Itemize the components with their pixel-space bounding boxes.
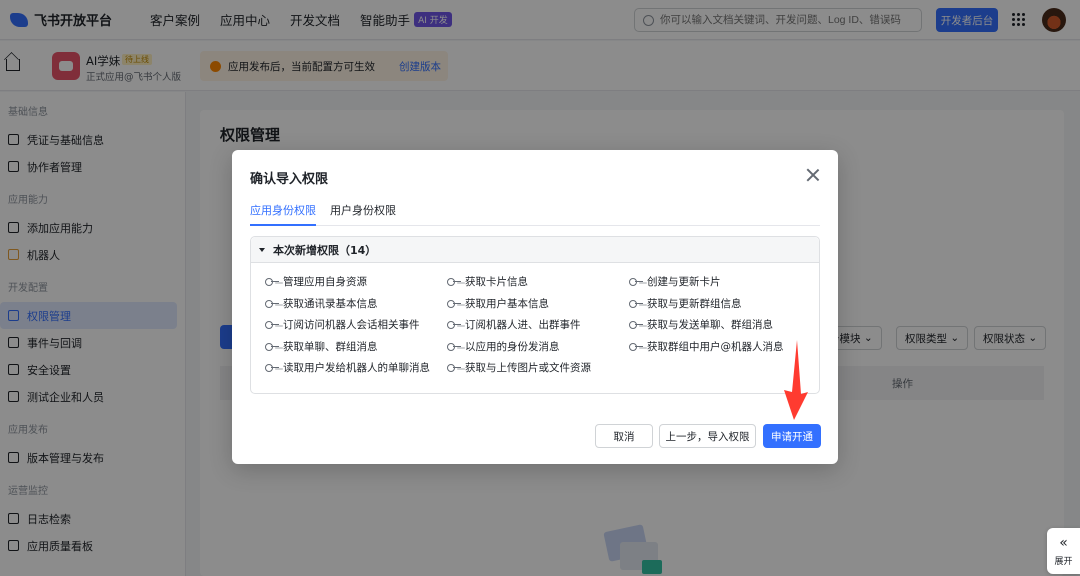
- permission-label: 获取用户基本信息: [465, 297, 549, 310]
- permission-label: 创建与更新卡片: [647, 276, 721, 289]
- dialog-tabs: 应用身份权限 用户身份权限: [250, 202, 820, 226]
- permission-item: 获取通讯录基本信息: [265, 297, 447, 311]
- caret-down-icon: [259, 247, 265, 252]
- section-title: 本次新增权限（14）: [273, 243, 377, 257]
- permission-label: 订阅机器人进、出群事件: [465, 319, 581, 332]
- key-icon: [447, 278, 461, 287]
- key-icon: [265, 342, 279, 351]
- permission-label: 管理应用自身资源: [283, 276, 367, 289]
- permission-item: 读取用户发给机器人的单聊消息: [265, 361, 447, 375]
- permission-item: 获取与上传图片或文件资源: [447, 361, 629, 375]
- expand-panel-button[interactable]: « 展开: [1047, 528, 1080, 574]
- key-icon: [447, 342, 461, 351]
- key-icon: [629, 299, 643, 308]
- permission-item: 获取单聊、群组消息: [265, 340, 447, 354]
- dialog-title: 确认导入权限: [250, 172, 329, 187]
- section-header[interactable]: 本次新增权限（14）: [251, 237, 819, 263]
- permission-label: 获取群组中用户@机器人消息: [647, 340, 784, 353]
- permission-label: 读取用户发给机器人的单聊消息: [283, 362, 430, 375]
- permission-label: 获取与发送单聊、群组消息: [647, 319, 773, 332]
- permission-item: 获取与更新群组信息: [629, 297, 815, 311]
- annotation-arrow-icon: [784, 340, 808, 420]
- key-icon: [265, 299, 279, 308]
- permission-label: 获取通讯录基本信息: [283, 297, 378, 310]
- permission-item: 获取与发送单聊、群组消息: [629, 318, 815, 332]
- permission-label: 获取单聊、群组消息: [283, 340, 378, 353]
- cancel-button[interactable]: 取消: [595, 424, 653, 448]
- key-icon: [447, 321, 461, 330]
- permission-item: 以应用的身份发消息: [447, 340, 629, 354]
- new-permissions-section: 本次新增权限（14） 管理应用自身资源 获取卡片信息 创建与更新卡片获取通讯录基本信…: [250, 236, 820, 394]
- permission-list: 管理应用自身资源 获取卡片信息 创建与更新卡片 获取通讯录基本信息 获取用户基本信息 获取…: [265, 275, 815, 375]
- permission-item: 获取卡片信息: [447, 275, 629, 289]
- key-icon: [629, 342, 643, 351]
- key-icon: [265, 278, 279, 287]
- permission-item: 订阅访问机器人会话相关事件: [265, 318, 447, 332]
- confirm-import-dialog: 确认导入权限 应用身份权限 用户身份权限 本次新增权限（14） 管理应用自身资源…: [232, 150, 838, 464]
- tab-user-identity[interactable]: 用户身份权限: [330, 202, 396, 226]
- permission-label: 订阅访问机器人会话相关事件: [283, 319, 420, 332]
- key-icon: [629, 321, 643, 330]
- key-icon: [265, 321, 279, 330]
- permission-label: 获取卡片信息: [465, 276, 528, 289]
- permission-label: 获取与上传图片或文件资源: [465, 362, 591, 375]
- back-import-button[interactable]: 上一步，导入权限: [659, 424, 756, 448]
- key-icon: [447, 364, 461, 373]
- double-chevron-left-icon: «: [1059, 534, 1068, 551]
- permission-item: 订阅机器人进、出群事件: [447, 318, 629, 332]
- tab-app-identity[interactable]: 应用身份权限: [250, 202, 316, 226]
- key-icon: [447, 299, 461, 308]
- permission-item: 管理应用自身资源: [265, 275, 447, 289]
- close-icon[interactable]: [804, 166, 822, 184]
- permission-item: 获取用户基本信息: [447, 297, 629, 311]
- permission-label: 以应用的身份发消息: [465, 340, 560, 353]
- apply-button[interactable]: 申请开通: [763, 424, 821, 448]
- expand-label: 展开: [1054, 556, 1073, 567]
- key-icon: [265, 364, 279, 373]
- key-icon: [629, 278, 643, 287]
- permission-label: 获取与更新群组信息: [647, 297, 742, 310]
- permission-item: 创建与更新卡片: [629, 275, 815, 289]
